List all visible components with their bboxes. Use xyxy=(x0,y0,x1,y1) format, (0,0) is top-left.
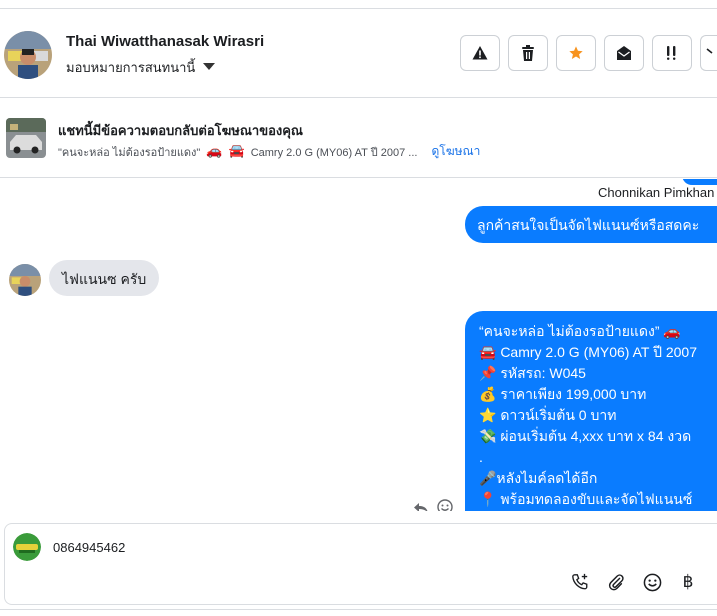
emoji-button[interactable] xyxy=(641,571,663,593)
ad-message-line: 🚘 Camry 2.0 G (MY06) AT ปี 2007 xyxy=(479,344,697,360)
attach-button[interactable] xyxy=(605,571,627,593)
incoming-message[interactable]: ไฟแนนซ ครับ xyxy=(49,260,160,296)
mark-unread-button[interactable] xyxy=(604,35,644,71)
call-button[interactable] xyxy=(569,571,591,593)
priority-button[interactable] xyxy=(652,35,692,71)
star-button[interactable] xyxy=(556,35,596,71)
contact-name[interactable]: Thai Wiwatthanasak Wirasri xyxy=(66,33,264,50)
mark-unread-icon xyxy=(617,46,631,60)
smiley-icon xyxy=(643,573,661,591)
ad-message-line: 💰 ราคาเพียง 199,000 บาท xyxy=(479,386,647,402)
bottom-divider xyxy=(0,609,717,610)
car-icon: 🚗 xyxy=(206,144,223,159)
message-thread[interactable]: Chonnikan Pimkhan ลูกค้าสนใจเป็นจัดไฟแนน… xyxy=(0,179,717,511)
message-composer: ฿ xyxy=(4,523,717,605)
page-avatar xyxy=(13,533,41,561)
delete-button[interactable] xyxy=(508,35,548,71)
baht-icon: ฿ xyxy=(682,572,694,592)
outgoing-sender-name: Chonnikan Pimkhan xyxy=(598,185,715,200)
ad-snippet-car: Camry 2.0 G (MY06) AT ปี 2007 ... xyxy=(250,146,418,159)
trash-icon xyxy=(522,45,534,61)
view-ad-link[interactable]: ดูโฆษณา xyxy=(431,142,480,161)
ad-message-line: 🎤หลังไมค์ลดได้อีก xyxy=(479,470,598,486)
paperclip-icon xyxy=(608,574,624,591)
ad-message-line: 💸 ผ่อนเริ่มต้น 4,xxx บาท x 84 งวด xyxy=(479,428,692,444)
assign-label: มอบหมายการสนทนานี้ xyxy=(66,60,196,75)
chevron-icon xyxy=(706,48,713,54)
contact-avatar-small[interactable] xyxy=(9,264,41,296)
ad-message-line: ⭐ ดาวน์เริ่มต้น 0 บาท xyxy=(479,407,617,423)
assign-conversation-dropdown[interactable]: มอบหมายการสนทนานี้ xyxy=(66,57,216,78)
ad-message-line: . xyxy=(479,449,483,465)
report-icon xyxy=(472,46,488,60)
composer-tools: ฿ xyxy=(569,571,699,593)
contact-avatar[interactable] xyxy=(4,31,52,79)
priority-icon xyxy=(667,46,676,60)
car-front-icon: 🚘 xyxy=(228,144,245,159)
message-tools xyxy=(413,499,453,511)
star-icon xyxy=(569,46,583,59)
caret-down-icon xyxy=(203,63,216,70)
ad-message-line: “คนจะหล่อ ไม่ต้องรอป้ายแดง” 🚗 xyxy=(479,323,681,339)
ad-reply-title: แชทนี้มีข้อความตอบกลับต่อโฆษณาของคุณ xyxy=(58,123,303,138)
phone-plus-icon xyxy=(572,573,588,590)
payment-button[interactable]: ฿ xyxy=(677,571,699,593)
ad-message-line: 📍 พร้อมทดลองขับและจัดไฟแนนซ์ xyxy=(479,491,693,507)
outgoing-ad-message[interactable]: “คนจะหล่อ ไม่ต้องรอป้ายแดง” 🚗 🚘 Camry 2.… xyxy=(465,311,717,511)
message-input[interactable] xyxy=(53,540,553,555)
ad-reply-banner: แชทนี้มีข้อความตอบกลับต่อโฆษณาของคุณ "คน… xyxy=(0,98,717,178)
conversation-header: Thai Wiwatthanasak Wirasri มอบหมายการสนท… xyxy=(0,9,717,98)
reply-icon[interactable] xyxy=(413,499,429,511)
report-button[interactable] xyxy=(460,35,500,71)
emoji-react-icon[interactable] xyxy=(437,499,453,511)
header-actions xyxy=(460,35,717,71)
ad-snippet: "คนจะหล่อ ไม่ต้องรอป้ายแดง" 🚗 🚘 Camry 2.… xyxy=(58,142,480,161)
ad-snippet-quote: "คนจะหล่อ ไม่ต้องรอป้ายแดง" xyxy=(58,146,201,159)
more-actions-button[interactable] xyxy=(700,35,717,71)
ad-thumbnail[interactable] xyxy=(6,118,46,158)
ad-message-line: 📌 รหัสรถ: W045 xyxy=(479,365,586,381)
outgoing-message[interactable]: ลูกค้าสนใจเป็นจัดไฟแนนซ์หรือสดคะ xyxy=(465,206,717,243)
